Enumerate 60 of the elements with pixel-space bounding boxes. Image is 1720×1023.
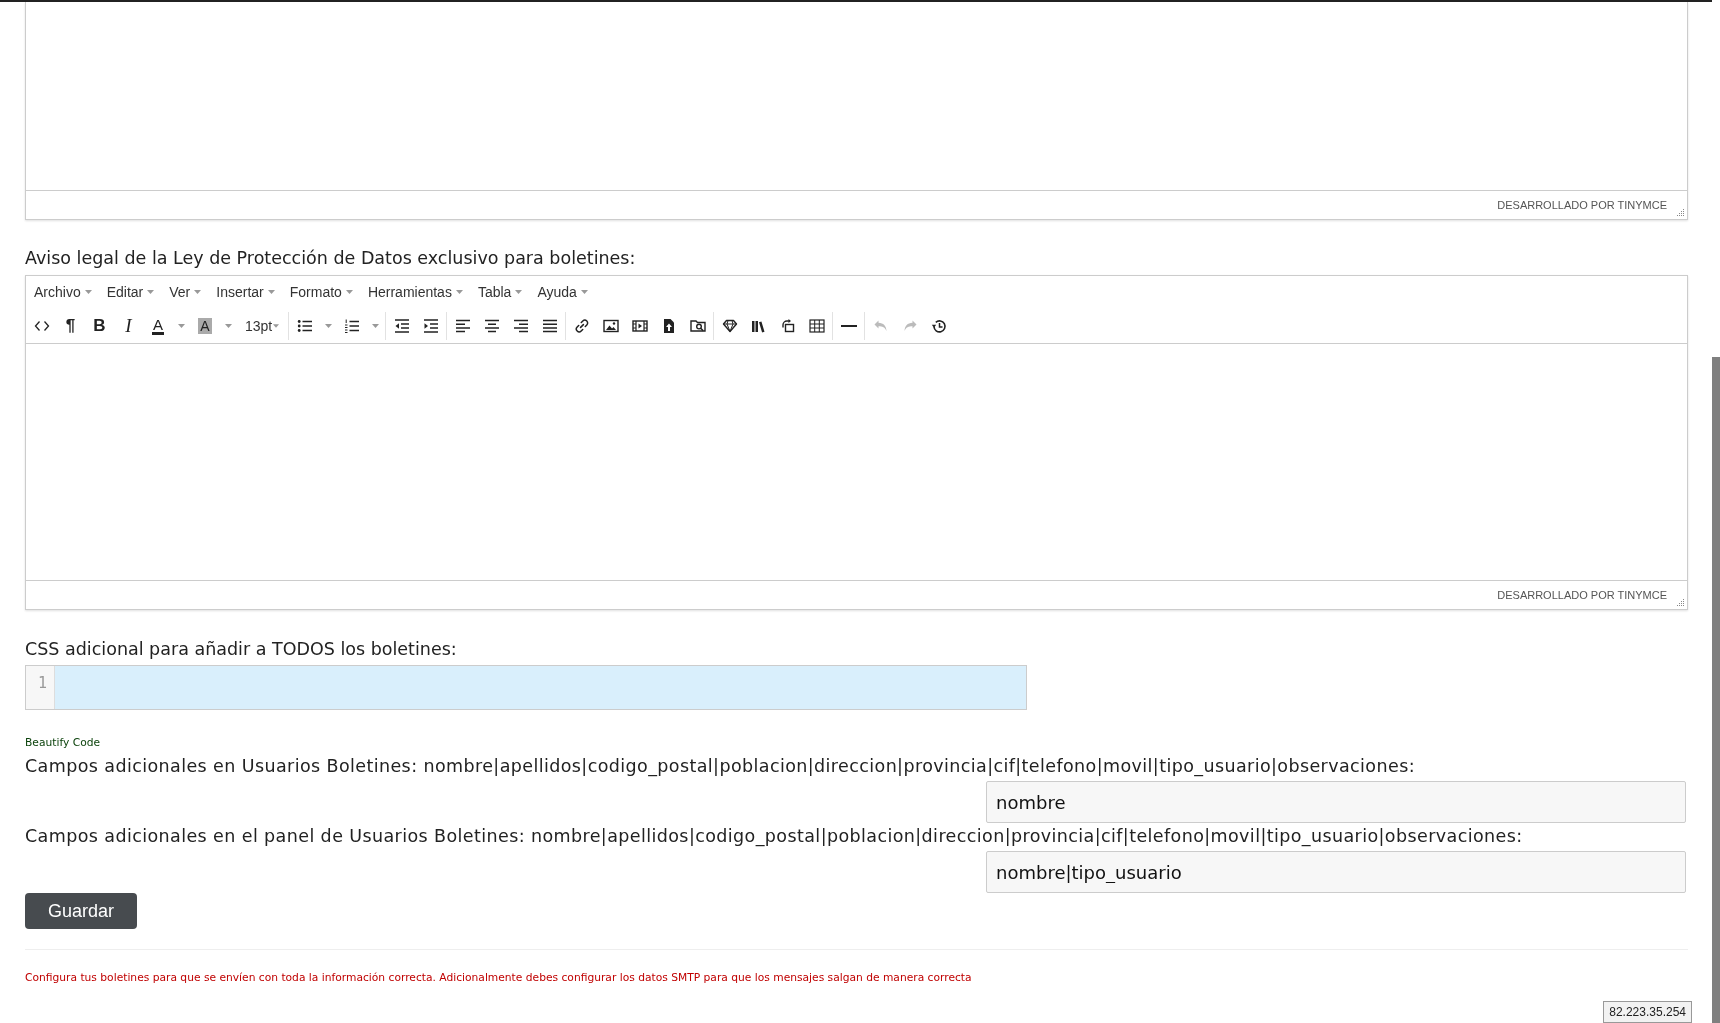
film-icon xyxy=(631,317,648,334)
numbered-list-icon xyxy=(344,317,360,334)
caret-icon xyxy=(178,323,185,328)
justify-icon xyxy=(541,317,558,334)
powered-by-text: DESARROLLADO POR TINYMCE xyxy=(1497,589,1667,601)
menu-item[interactable]: Editar xyxy=(99,279,162,305)
caret-icon xyxy=(273,323,280,328)
caret-icon xyxy=(515,290,523,294)
menu-item[interactable]: Tabla xyxy=(470,279,530,305)
folder-search-icon xyxy=(689,317,706,334)
caret-icon xyxy=(455,290,463,294)
background-color-button[interactable]: A xyxy=(190,311,220,340)
caret-icon xyxy=(225,323,232,328)
table-icon xyxy=(808,317,825,334)
text-input[interactable]: nombre|tipo_usuario xyxy=(986,851,1686,893)
caret-icon xyxy=(147,290,155,294)
menu-item[interactable]: Archivo xyxy=(27,279,99,305)
horizontal-line-icon xyxy=(840,324,857,327)
caret-icon xyxy=(345,290,353,294)
history-icon xyxy=(930,317,947,334)
outdent-icon xyxy=(393,317,410,334)
menu-item[interactable]: Insertar xyxy=(209,279,282,305)
italic-button[interactable]: I xyxy=(114,311,143,340)
bullet-list-icon xyxy=(297,317,313,334)
menu-item[interactable]: Herramientas xyxy=(360,279,470,305)
field-label: Campos adicionales en el panel de Usuarios Boletines: nombre|apellidos|codigo_postal|poblacion|direccion|provincia|cif|telefono|movil|tipo_usuario|observaciones: xyxy=(25,826,1524,847)
align-center-icon xyxy=(483,317,500,334)
scrollbar-thumb[interactable] xyxy=(1712,357,1720,1023)
notice-text: Configura tus boletines para que se envíen con toda la información correcta. Adicionalmente debes configurar los datos SMTP para que los mensajes salgan de manera correcta xyxy=(25,971,973,985)
paragraph-button[interactable]: ¶ xyxy=(56,311,85,340)
caret-icon xyxy=(267,290,275,294)
menu-item[interactable]: Ver xyxy=(162,279,209,305)
text-color-button[interactable]: A xyxy=(143,311,173,340)
font-size-select[interactable]: 13pt xyxy=(237,311,287,340)
beautify-code-link[interactable]: Beautify Code xyxy=(25,736,101,750)
caret-icon xyxy=(84,290,92,294)
ip-address-badge: 82.223.35.254 xyxy=(1603,1001,1692,1023)
align-left-icon xyxy=(454,317,471,334)
line-number: 1 xyxy=(37,673,48,693)
field-label: CSS adicional para añadir a TODOS los boletines: xyxy=(25,639,458,660)
caret-icon xyxy=(580,290,588,294)
resize-handle-icon[interactable] xyxy=(1676,208,1684,216)
field-label: Aviso legal de la Ley de Protección de Datos exclusivo para boletines: xyxy=(25,248,637,269)
text-input[interactable]: nombre xyxy=(986,781,1686,823)
resize-handle-icon[interactable] xyxy=(1676,598,1684,606)
powered-by-text: DESARROLLADO POR TINYMCE xyxy=(1497,199,1667,211)
menu-item[interactable]: Formato xyxy=(282,279,360,305)
caret-icon xyxy=(325,323,332,328)
field-label: Campos adicionales en Usuarios Boletines: nombre|apellidos|codigo_postal|poblacion|direccion|provincia|cif|telefono|movil|tipo_usuario|observaciones: xyxy=(25,756,1416,777)
caret-icon xyxy=(372,323,379,328)
image-icon xyxy=(602,317,619,334)
indent-icon xyxy=(422,317,439,334)
rotate-square-icon xyxy=(779,317,796,334)
save-button[interactable]: Guardar xyxy=(25,893,138,929)
menu-item[interactable]: Ayuda xyxy=(530,279,595,305)
caret-icon xyxy=(194,290,202,294)
link-icon xyxy=(573,317,590,334)
gem-icon xyxy=(721,317,738,334)
bold-button[interactable]: B xyxy=(85,311,114,340)
align-right-icon xyxy=(512,317,529,334)
